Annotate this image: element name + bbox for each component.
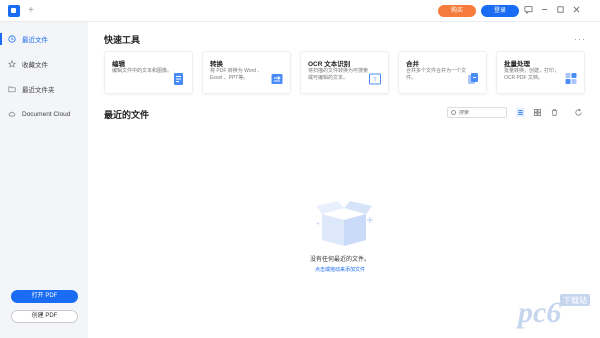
card-title: 编辑 [112, 61, 125, 68]
star-icon [8, 60, 16, 68]
sidebar-item-recent-folders[interactable]: 最近文件夹 [0, 80, 88, 98]
card-desc: 编辑文件中的文本和图像。 [112, 68, 173, 74]
folder-icon [8, 86, 16, 93]
tool-card-edit[interactable]: 编辑 编辑文件中的文本和图像。 [104, 51, 193, 94]
card-title: 转换 [210, 61, 223, 68]
clock-icon [8, 35, 16, 43]
sidebar: 最近文件 收藏文件 最近文件夹 Document Cloud 打开 PDF 创建… [0, 22, 88, 338]
batch-icon [565, 73, 577, 84]
cloud-icon [8, 111, 16, 117]
sidebar-item-label: Document Cloud [22, 110, 71, 118]
maximize-icon[interactable] [554, 5, 566, 18]
refresh-icon[interactable] [574, 108, 583, 117]
card-desc: 将 PDF 转换为 Word 、Excel 、PPT等。 [210, 68, 263, 81]
card-desc: 将扫描的文件转换为可搜索或可编辑的文本。 [308, 68, 369, 81]
tool-card-ocr[interactable]: OCR 文本识别 将扫描的文件转换为可搜索或可编辑的文本。 T [300, 51, 389, 94]
more-options-icon[interactable]: ··· [574, 34, 586, 44]
search-input[interactable] [459, 109, 503, 116]
svg-text:下载站: 下载站 [563, 295, 587, 305]
edit-doc-icon [174, 73, 183, 85]
active-indicator [0, 33, 2, 45]
create-pdf-button[interactable]: 创建 PDF [11, 310, 78, 323]
empty-box-icon [316, 201, 373, 246]
card-desc: 批量转换，创建，打印，OCR PDF 文档。 [504, 68, 560, 81]
tool-card-convert[interactable]: 转换 将 PDF 转换为 Word 、Excel 、PPT等。 [202, 51, 291, 94]
empty-state-text: 没有任何最近的文件。 [309, 257, 370, 263]
title-bar: + 购买 登录 [0, 0, 600, 22]
quick-tools-title: 快速工具 [104, 35, 141, 45]
ocr-icon: T [369, 73, 381, 85]
open-pdf-button[interactable]: 打开 PDF [11, 290, 78, 303]
merge-icon [468, 73, 478, 84]
login-button[interactable]: 登录 [481, 5, 519, 17]
tool-card-merge[interactable]: 合并 合并多个文件合并为一个文件。 [398, 51, 487, 94]
list-view-icon[interactable] [516, 108, 525, 117]
card-title: 批量处理 [504, 61, 530, 68]
tool-card-batch[interactable]: 批量处理 批量转换，创建，打印，OCR PDF 文档。 [496, 51, 585, 94]
sidebar-item-label: 收藏文件 [22, 62, 48, 69]
grid-view-icon[interactable] [533, 108, 542, 117]
add-files-link[interactable]: 点击或拖动来添加文件 [280, 266, 400, 273]
pc6-watermark-logo: pc6 下载站 [516, 294, 590, 329]
card-title: OCR 文本识别 [308, 61, 351, 68]
recent-files-title: 最近的文件 [104, 110, 150, 120]
svg-text:pc6: pc6 [516, 296, 561, 329]
app-logo-icon [8, 5, 20, 17]
sidebar-item-favorites[interactable]: 收藏文件 [0, 55, 88, 73]
card-desc: 合并多个文件合并为一个文件。 [406, 68, 467, 81]
sidebar-item-label: 最近文件 [22, 37, 48, 44]
card-title: 合并 [406, 61, 419, 68]
message-icon[interactable] [522, 5, 534, 18]
sidebar-item-document-cloud[interactable]: Document Cloud [0, 105, 88, 123]
search-box[interactable] [447, 107, 507, 118]
trash-icon[interactable] [550, 108, 559, 117]
new-tab-button[interactable]: + [28, 4, 34, 18]
close-icon[interactable] [570, 5, 582, 18]
svg-text:T: T [373, 78, 376, 84]
search-icon [451, 110, 456, 115]
buy-button[interactable]: 购买 [438, 5, 476, 17]
sidebar-item-recent[interactable]: 最近文件 [0, 30, 88, 48]
sidebar-item-label: 最近文件夹 [22, 87, 55, 94]
convert-icon [271, 74, 283, 84]
minimize-icon[interactable] [538, 5, 550, 18]
